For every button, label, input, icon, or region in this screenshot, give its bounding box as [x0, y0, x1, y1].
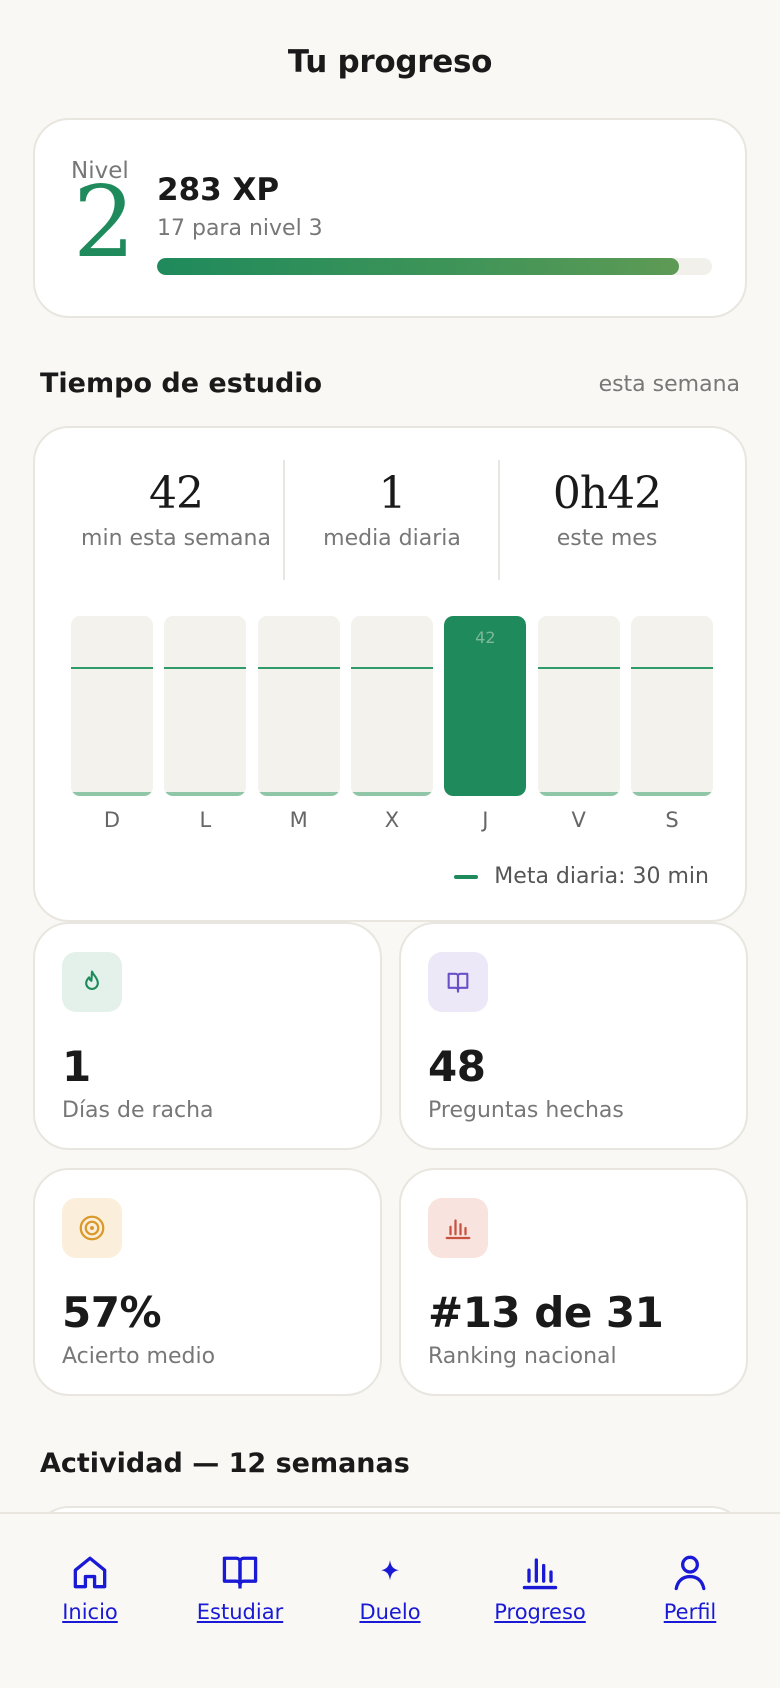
goal-line: [537, 667, 620, 670]
study-time-card: 42 min esta semana 1 media diaria 0h42 e…: [33, 426, 747, 922]
bar-track: 42: [444, 616, 527, 796]
bar-track: [631, 616, 713, 796]
nav-progreso[interactable]: Progreso: [470, 1550, 610, 1624]
nav-label: Duelo: [359, 1600, 421, 1624]
tile-label: Ranking nacional: [428, 1344, 617, 1369]
goal-legend: Meta diaria: 30 min: [454, 864, 709, 889]
bar-day-s: S: [631, 616, 713, 832]
bar-day-x: X: [351, 616, 433, 832]
nav-label: Inicio: [62, 1600, 118, 1624]
tile-icon-box: [62, 952, 122, 1012]
bar-baseline: [631, 792, 713, 796]
study-time-period[interactable]: esta semana: [599, 372, 740, 397]
home-icon: [73, 1556, 107, 1589]
tile-value: 48: [428, 1042, 486, 1091]
study-time-title: Tiempo de estudio: [40, 368, 323, 399]
stat-value: 1: [378, 468, 407, 519]
bar-baseline: [537, 792, 620, 796]
nav-duelo[interactable]: Duelo: [320, 1550, 460, 1624]
page-title: Tu progreso: [287, 44, 493, 80]
nav-label: Progreso: [494, 1600, 586, 1624]
xp-next-level: 17 para nivel 3: [157, 216, 323, 241]
goal-line: [257, 667, 340, 670]
bar-day-v: V: [537, 616, 620, 832]
stat-divider: [498, 460, 500, 580]
stat-label: media diaria: [323, 526, 461, 551]
tile-accuracy[interactable]: 57% Acierto medio: [33, 1168, 382, 1396]
stat-divider: [283, 460, 285, 580]
tile-value: 57%: [62, 1288, 162, 1337]
stat-daily-average: 1 media diaria: [287, 458, 497, 552]
bar-baseline: [257, 792, 340, 796]
tile-value: #13 de 31: [428, 1288, 664, 1337]
nav-label: Estudiar: [196, 1600, 284, 1624]
stat-week-minutes: 42 min esta semana: [71, 458, 281, 552]
bar-track: [351, 616, 433, 796]
tile-icon-box: [428, 1198, 488, 1258]
book-icon: [447, 972, 469, 993]
stat-month-total: 0h42 este mes: [502, 458, 712, 552]
user-icon: [674, 1555, 706, 1591]
level-card: Nivel 2 283 XP 17 para nivel 3: [33, 118, 747, 318]
goal-line: [71, 667, 153, 670]
sparkle-icon: [381, 1560, 399, 1581]
ranking-icon: [445, 1219, 471, 1240]
tile-label: Preguntas hechas: [428, 1098, 624, 1123]
tile-label: Días de racha: [62, 1098, 214, 1123]
bar-day-label: J: [482, 808, 489, 832]
bar-day-l: L: [164, 616, 247, 832]
stat-value: 0h42: [552, 468, 662, 519]
bar-day-label: L: [199, 808, 212, 832]
xp-value: 283 XP: [157, 172, 280, 208]
nav-inicio[interactable]: Inicio: [20, 1550, 160, 1624]
nav-estudiar[interactable]: Estudiar: [170, 1550, 310, 1624]
flame-icon: [85, 970, 99, 991]
nav-label: Perfil: [663, 1600, 717, 1624]
tile-value: 1: [62, 1042, 91, 1091]
bar-value-label: 42: [475, 628, 496, 647]
bar-baseline: [71, 792, 153, 796]
bar-day-label: V: [571, 808, 586, 832]
bar-chart-icon: [522, 1558, 558, 1590]
tile-ranking[interactable]: #13 de 31 Ranking nacional: [399, 1168, 748, 1396]
xp-progress-bar: [157, 258, 712, 275]
bar-day-d: D: [71, 616, 153, 832]
tile-icon-box: [62, 1198, 122, 1258]
goal-line: [351, 667, 433, 670]
bar-day-label: M: [289, 808, 308, 832]
stat-label: este mes: [556, 526, 658, 551]
target-icon: [79, 1215, 105, 1241]
activity-title: Actividad — 12 semanas: [40, 1448, 410, 1479]
bar-day-label: X: [384, 808, 400, 832]
bar-baseline: [164, 792, 247, 796]
nav-perfil[interactable]: Perfil: [620, 1550, 760, 1624]
stat-value: 42: [149, 468, 204, 519]
goal-line: [631, 667, 713, 670]
bar-day-m: M: [257, 616, 340, 832]
bar-track: [257, 616, 340, 796]
tile-icon-box: [428, 952, 488, 1012]
tile-streak[interactable]: 1 Días de racha: [33, 922, 382, 1150]
xp-progress-fill: [157, 258, 679, 275]
bar-day-label: S: [665, 808, 679, 832]
stat-label: min esta semana: [81, 526, 271, 551]
tile-label: Acierto medio: [62, 1344, 216, 1369]
goal-legend-label: Meta diaria: 30 min: [494, 864, 709, 889]
tile-questions[interactable]: 48 Preguntas hechas: [399, 922, 748, 1150]
bottom-nav: Inicio Estudiar Duelo Progreso Perfil: [0, 1512, 780, 1688]
bar-day-label: D: [103, 808, 121, 832]
bar-baseline: [351, 792, 433, 796]
weekly-bar-chart: D L M X 42 J V S: [71, 616, 713, 832]
bar-track: [164, 616, 247, 796]
book-icon: [222, 1556, 258, 1589]
bar-day-j: 42 J: [444, 616, 527, 832]
goal-line: [164, 667, 247, 670]
bar-track: [71, 616, 153, 796]
bar-track: [537, 616, 620, 796]
goal-line-swatch: [454, 874, 479, 879]
